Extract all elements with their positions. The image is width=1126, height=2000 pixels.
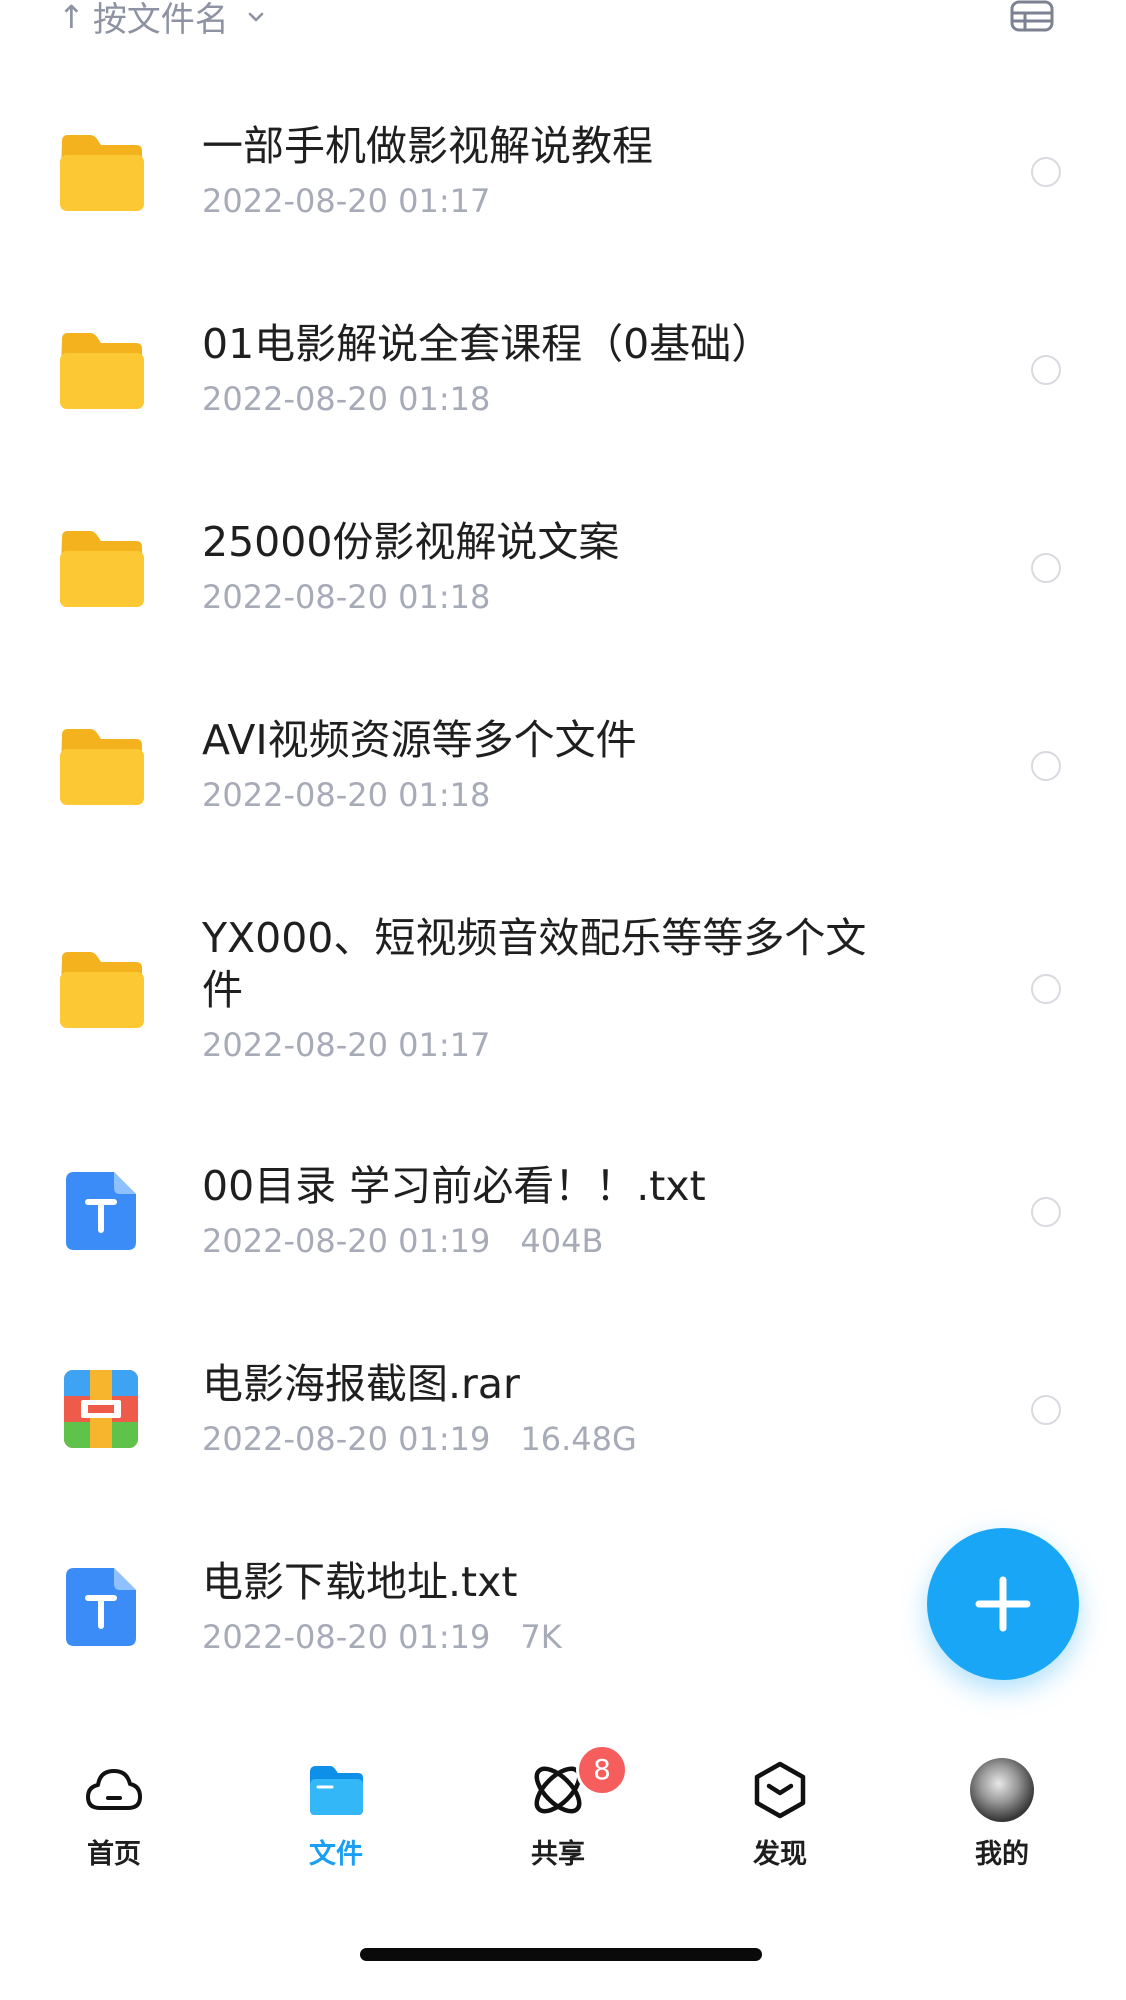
file-date: 2022-08-20 01:19 [202, 1222, 491, 1260]
folder-icon [310, 1766, 363, 1815]
txt-file-icon [66, 1172, 136, 1250]
cube-icon [754, 1761, 806, 1819]
file-row[interactable]: 01电影解说全套课程（0基础） 2022-08-20 01:18 [0, 308, 1126, 448]
file-size: 404B [520, 1222, 604, 1260]
file-meta: 2022-08-20 01:19 7K [202, 1618, 562, 1656]
folder-icon [60, 135, 144, 211]
select-radio[interactable] [1031, 553, 1061, 583]
tab-home[interactable]: 首页 [34, 1740, 194, 1870]
file-meta: 2022-08-20 01:17 [202, 1026, 490, 1064]
chevron-down-icon [248, 12, 264, 21]
file-name: 一部手机做影视解说教程 [202, 122, 653, 170]
file-name: 01电影解说全套课程（0基础） [202, 320, 773, 368]
file-date: 2022-08-20 01:18 [202, 380, 491, 418]
cloud-icon [86, 1769, 142, 1810]
plus-icon [975, 1576, 1031, 1632]
folder-icon [60, 531, 144, 607]
file-date: 2022-08-20 01:19 [202, 1618, 491, 1656]
layout-toggle-icon[interactable] [1010, 0, 1054, 34]
tab-label: 发现 [753, 1839, 807, 1870]
folder-icon [60, 333, 144, 409]
select-radio[interactable] [1031, 355, 1061, 385]
file-meta: 2022-08-20 01:18 [202, 776, 490, 814]
file-date: 2022-08-20 01:19 [202, 1420, 491, 1458]
sort-label: 按文件名 [92, 0, 229, 40]
tab-discover[interactable]: 发现 [700, 1740, 860, 1870]
file-meta: 2022-08-20 01:18 [202, 578, 490, 616]
file-row[interactable]: 25000份影视解说文案 2022-08-20 01:18 [0, 506, 1126, 646]
file-row[interactable]: 00目录 学习前必看！！.txt 2022-08-20 01:19 404B [0, 1150, 1126, 1290]
notification-badge: 8 [576, 1744, 628, 1796]
sort-button[interactable]: ↑ 按文件名 [58, 0, 265, 41]
folder-icon [60, 729, 144, 805]
file-row[interactable]: 电影海报截图.rar 2022-08-20 01:19 16.48G [0, 1348, 1126, 1488]
file-size: 7K [520, 1618, 562, 1656]
file-date: 2022-08-20 01:17 [202, 182, 491, 220]
select-radio[interactable] [1031, 974, 1061, 1004]
file-name: AVI视频资源等多个文件 [202, 716, 637, 764]
rar-archive-icon [64, 1370, 138, 1448]
sort-arrow-icon: ↑ [58, 0, 85, 36]
file-name: 25000份影视解说文案 [202, 518, 620, 566]
select-radio[interactable] [1031, 751, 1061, 781]
folder-icon [60, 952, 144, 1028]
tab-label: 共享 [531, 1839, 585, 1870]
file-meta: 2022-08-20 01:18 [202, 380, 490, 418]
file-name: YX000、短视频音效配乐等等多个文件 [202, 914, 867, 1014]
tab-share[interactable]: 8 共享 [478, 1740, 638, 1870]
file-row[interactable]: AVI视频资源等多个文件 2022-08-20 01:18 [0, 704, 1126, 844]
file-meta: 2022-08-20 01:17 [202, 182, 490, 220]
file-name: 电影下载地址.txt [202, 1558, 518, 1606]
txt-file-icon [66, 1568, 136, 1646]
avatar [970, 1758, 1034, 1822]
file-date: 2022-08-20 01:18 [202, 776, 491, 814]
file-name: 00目录 学习前必看！！.txt [202, 1162, 706, 1210]
tab-bar: 首页 文件 8 共享 发现 我的 [0, 1740, 1126, 1880]
file-meta: 2022-08-20 01:19 404B [202, 1222, 603, 1260]
file-meta: 2022-08-20 01:19 16.48G [202, 1420, 637, 1458]
select-radio[interactable] [1031, 1395, 1061, 1425]
file-date: 2022-08-20 01:17 [202, 1026, 491, 1064]
tab-label: 文件 [309, 1839, 363, 1870]
home-indicator [360, 1948, 762, 1961]
select-radio[interactable] [1031, 157, 1061, 187]
file-row[interactable]: 一部手机做影视解说教程 2022-08-20 01:17 [0, 110, 1126, 250]
select-radio[interactable] [1031, 1197, 1061, 1227]
file-date: 2022-08-20 01:18 [202, 578, 491, 616]
file-name: 电影海报截图.rar [202, 1360, 520, 1408]
tab-label: 首页 [87, 1839, 141, 1870]
file-size: 16.48G [520, 1420, 637, 1458]
file-row[interactable]: YX000、短视频音效配乐等等多个文件 2022-08-20 01:17 [0, 902, 1126, 1082]
tab-label: 我的 [975, 1839, 1029, 1870]
tab-me[interactable]: 我的 [922, 1740, 1082, 1870]
sort-bar: ↑ 按文件名 [0, 0, 1126, 40]
tab-files[interactable]: 文件 [256, 1740, 416, 1870]
add-button[interactable] [927, 1528, 1079, 1680]
